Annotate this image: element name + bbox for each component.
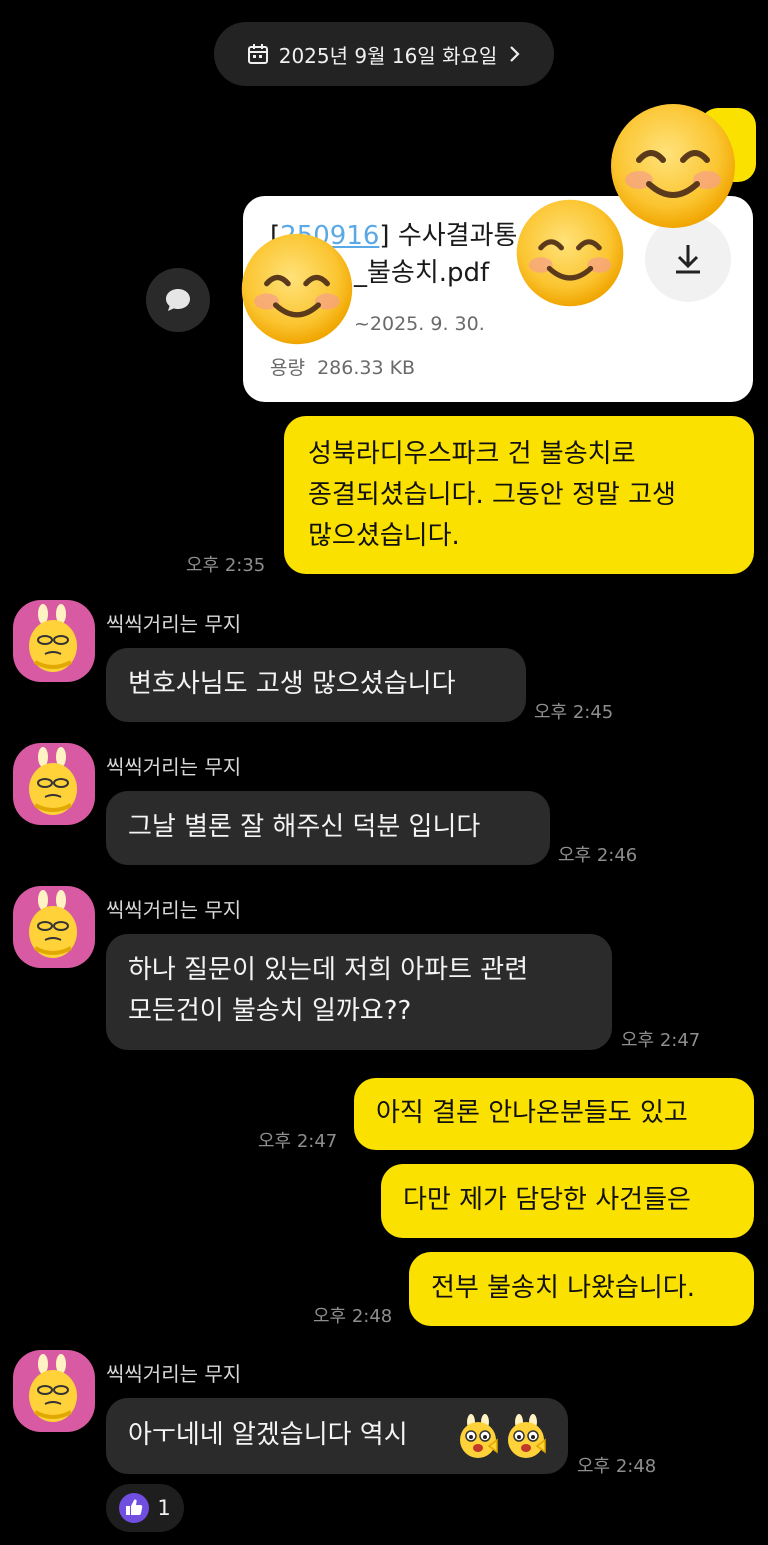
- download-icon: [676, 245, 700, 274]
- thumbs-up-icon: [119, 1493, 150, 1523]
- avatar[interactable]: [13, 1350, 95, 1432]
- smiley-face-sticker: [516, 199, 624, 307]
- sender-name: 씩씩거리는 무지: [106, 1362, 242, 1386]
- muji-emoticon-icon: [508, 1414, 546, 1458]
- their-message-bubble[interactable]: 변호사님도 고생 많으셨습니다: [106, 648, 526, 722]
- calendar-icon: [247, 44, 268, 64]
- avatar[interactable]: [13, 743, 95, 825]
- date-header-pill[interactable]: 2025년 9월 16일 화요일: [214, 22, 554, 86]
- message-time: 오후 2:46: [558, 845, 638, 866]
- my-message-bubble[interactable]: 아직 결론 안나온분들도 있고: [354, 1078, 754, 1150]
- my-message-bubble[interactable]: 전부 불송치 나왔습니다.: [409, 1252, 754, 1326]
- message-time: 오후 2:48: [577, 1456, 657, 1477]
- message-time: 오후 2:48: [313, 1306, 393, 1327]
- message-time: 오후 2:47: [621, 1030, 701, 1051]
- muji-emoticon-icon: [460, 1414, 498, 1458]
- message-line: 모든건이 불송치 일까요??: [128, 996, 412, 1026]
- message-time: 오후 2:35: [186, 555, 266, 576]
- message-line: 성북라디우스파크 건 불송치로: [308, 439, 636, 469]
- file-size-value: 286.33 KB: [317, 357, 416, 379]
- date-header-label: 2025년 9월 16일 화요일: [278, 43, 498, 68]
- message-time: 오후 2:45: [534, 702, 614, 723]
- message-line: 많으셨습니다.: [308, 521, 460, 551]
- message-text: 아직 결론 안나온분들도 있고: [376, 1098, 688, 1128]
- sender-name: 씩씩거리는 무지: [106, 755, 242, 779]
- share-button[interactable]: [146, 268, 210, 332]
- message-text: 변호사님도 고생 많으셨습니다: [128, 669, 456, 699]
- sender-name: 씩씩거리는 무지: [106, 898, 242, 922]
- speech-bubble-icon: [166, 289, 190, 311]
- their-message-bubble[interactable]: 하나 질문이 있는데 저희 아파트 관련 모든건이 불송치 일까요??: [106, 934, 612, 1050]
- their-message-bubble[interactable]: 그날 별론 잘 해주신 덕분 입니다: [106, 791, 550, 865]
- muji-avatar-icon: [29, 1354, 77, 1422]
- my-message-bubble[interactable]: 성북라디우스파크 건 불송치로 종결되셨습니다. 그동안 정말 고생 많으셨습니…: [284, 416, 754, 574]
- avatar[interactable]: [13, 600, 95, 682]
- file-expiry: ~2025. 9. 30.: [354, 313, 485, 335]
- file-title-suffix: ] 수사결과통: [379, 221, 518, 251]
- message-line: 하나 질문이 있는데 저희 아파트 관련: [128, 955, 529, 985]
- file-title-line2: _불송치.pdf: [354, 258, 490, 288]
- avatar[interactable]: [13, 886, 95, 968]
- muji-avatar-icon: [29, 604, 77, 672]
- muji-avatar-icon: [29, 890, 77, 958]
- sender-name: 씩씩거리는 무지: [106, 612, 242, 636]
- smiley-face-sticker: [611, 104, 735, 228]
- message-text: 다만 제가 담당한 사건들은: [403, 1185, 691, 1215]
- message-text: 그날 별론 잘 해주신 덕분 입니다: [128, 812, 481, 842]
- file-size-label: 용량: [270, 357, 305, 379]
- muji-avatar-icon: [29, 747, 77, 815]
- message-line: 종결되셨습니다. 그동안 정말 고생: [308, 480, 676, 510]
- message-time: 오후 2:47: [258, 1131, 338, 1152]
- message-text: 아ㅜ네네 알겠습니다 역시: [128, 1420, 408, 1450]
- reaction-count: 1: [157, 1496, 171, 1520]
- chevron-right-icon: [510, 46, 520, 62]
- my-message-bubble[interactable]: 다만 제가 담당한 사건들은: [381, 1164, 754, 1238]
- smiley-face-sticker: [241, 233, 353, 345]
- reaction-chip[interactable]: 1: [106, 1484, 184, 1532]
- message-text: 전부 불송치 나왔습니다.: [431, 1273, 695, 1303]
